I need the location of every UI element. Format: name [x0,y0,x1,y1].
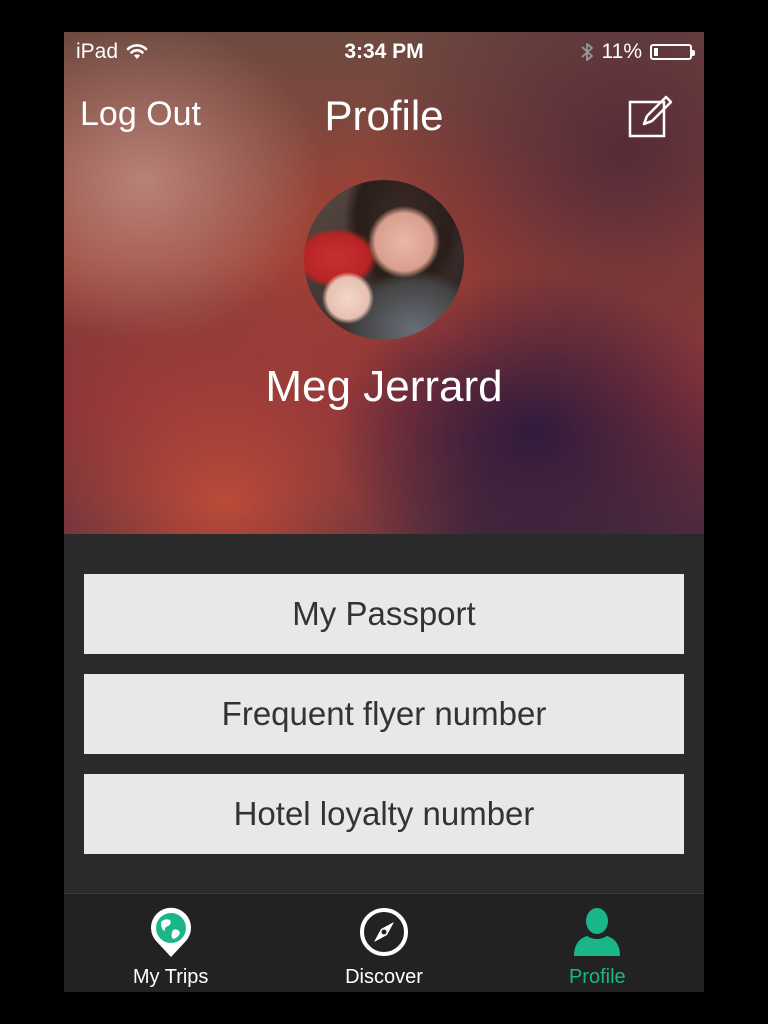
status-right: 11% [580,32,695,72]
tab-discover[interactable]: Discover [277,894,490,992]
tab-my-trips-label: My Trips [132,966,209,988]
frequent-flyer-button[interactable]: Frequent flyer number [84,674,684,754]
edit-icon[interactable] [624,90,676,142]
battery-icon [650,44,695,60]
tab-discover-label: Discover [345,966,423,988]
page-title: Profile [324,92,444,139]
bluetooth-icon [580,43,593,61]
app-screen: iPad 3:34 PM 11% Log Out Profile Meg Jer… [64,32,704,992]
tab-profile[interactable]: Profile [491,894,704,992]
avatar[interactable] [304,180,464,340]
person-icon [574,908,621,956]
profile-options: My Passport Frequent flyer number Hotel … [84,574,684,874]
tab-my-trips[interactable]: My Trips [64,894,277,992]
tab-profile-label: Profile [568,966,626,988]
hotel-loyalty-button[interactable]: Hotel loyalty number [84,774,684,854]
map-pin-globe-icon [150,907,191,957]
battery-percent: 11% [601,40,642,63]
compass-icon [359,908,408,956]
tab-bar: My Trips Discover Profile [64,893,704,992]
profile-name: Meg Jerrard [265,362,503,411]
profile-header: iPad 3:34 PM 11% Log Out Profile Meg Jer… [64,32,704,534]
my-passport-button[interactable]: My Passport [84,574,684,654]
